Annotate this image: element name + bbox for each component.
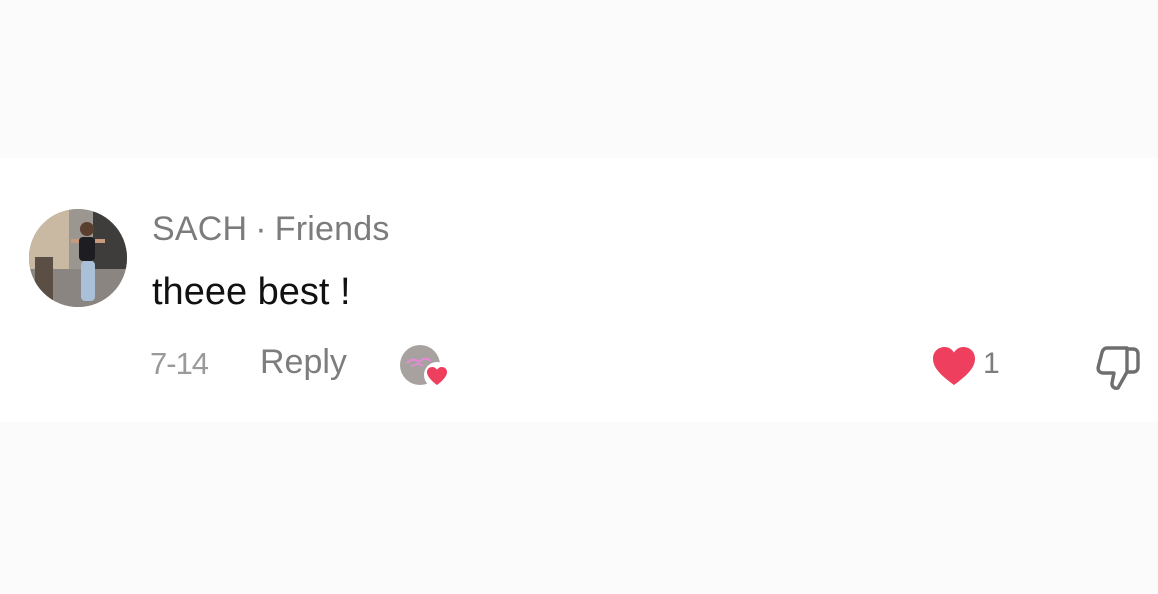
- relation-label: Friends: [274, 210, 390, 248]
- avatar[interactable]: [29, 209, 127, 307]
- thumbs-down-icon: [1096, 346, 1140, 390]
- heart-icon: [933, 347, 975, 385]
- comment-date: 7-14: [150, 346, 209, 381]
- comment-header: SACH · Friends: [152, 210, 390, 249]
- avatar-photo: [29, 209, 127, 307]
- reply-button[interactable]: Reply: [260, 343, 347, 382]
- comment-text: theee best !: [152, 271, 351, 313]
- creator-liked-heart-icon: [400, 345, 450, 388]
- username[interactable]: SACH: [152, 210, 247, 248]
- dislike-button[interactable]: [1093, 344, 1143, 394]
- header-separator: ·: [255, 210, 267, 248]
- creator-liked-badge: [399, 344, 453, 390]
- like-count: 1: [983, 347, 1000, 380]
- like-button[interactable]: 1: [931, 344, 1000, 388]
- comment-item: SACH · Friends theee best ! 7-14 Reply 1: [0, 158, 1158, 422]
